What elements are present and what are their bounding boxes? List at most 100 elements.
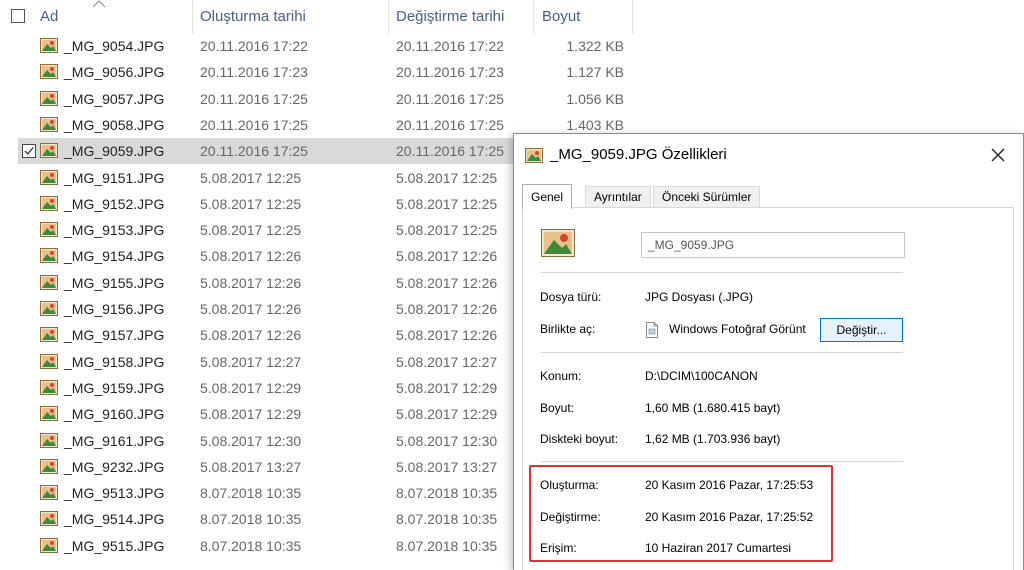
file-created-date: 5.08.2017 12:26	[200, 274, 302, 291]
file-name: _MG_9058.JPG	[64, 116, 165, 133]
dialog-tabs: Genel Ayrıntılar Önceki Sürümler	[522, 184, 1012, 209]
file-created-date: 20.11.2016 17:22	[200, 38, 308, 54]
disk-size-label: Diskteki boyut:	[540, 432, 619, 446]
divider	[541, 272, 903, 273]
file-modified-date: 5.08.2017 12:29	[396, 406, 498, 423]
file-name: _MG_9054.JPG	[64, 38, 165, 54]
jpg-file-icon	[40, 379, 58, 395]
file-modified-date: 20.11.2016 17:23	[396, 64, 504, 81]
file-created-date: 5.08.2017 12:27	[200, 353, 302, 370]
jpg-file-large-icon	[541, 229, 575, 257]
jpg-file-icon	[40, 537, 58, 553]
file-modified-date: 5.08.2017 12:26	[396, 274, 498, 291]
file-modified-date: 5.08.2017 12:25	[396, 222, 498, 239]
jpg-file-icon	[40, 432, 58, 448]
file-modified-date: 5.08.2017 12:30	[396, 432, 498, 449]
file-created-date: 5.08.2017 12:29	[200, 406, 302, 423]
column-divider[interactable]	[632, 0, 633, 34]
file-name: _MG_9159.JPG	[64, 379, 165, 396]
file-modified-date: 20.11.2016 17:25	[396, 143, 504, 160]
jpg-file-icon	[40, 248, 58, 264]
file-name: _MG_9515.JPG	[64, 537, 165, 554]
jpg-file-icon	[40, 353, 58, 369]
jpg-file-icon	[40, 38, 58, 53]
open-with-value: Windows Fotoğraf Görünt	[669, 322, 806, 336]
file-created-date: 5.08.2017 12:26	[200, 301, 302, 317]
dialog-title-bar[interactable]: _MG_9059.JPG Özellikleri	[514, 134, 1023, 178]
jpg-file-icon	[40, 90, 58, 106]
file-name: _MG_9161.JPG	[64, 432, 165, 449]
column-header-name[interactable]: Ad	[40, 0, 58, 34]
file-name: _MG_9153.JPG	[64, 222, 165, 239]
column-divider[interactable]	[192, 0, 193, 34]
file-created-date: 5.08.2017 12:25	[200, 222, 302, 239]
file-row[interactable]: _MG_9056.JPG 20.11.2016 17:23 20.11.2016 1…	[18, 59, 1024, 85]
dialog-title: _MG_9059.JPG Özellikleri	[550, 146, 727, 163]
jpg-file-icon	[40, 406, 58, 422]
tab-details[interactable]: Ayrıntılar	[585, 186, 651, 208]
file-name: _MG_9152.JPG	[64, 195, 165, 212]
change-button[interactable]: Değiştir...	[820, 318, 903, 342]
filename-field[interactable]: _MG_9059.JPG	[641, 232, 905, 258]
column-header-created[interactable]: Oluşturma tarihi	[200, 0, 306, 34]
file-modified-date: 20.11.2016 17:25	[396, 116, 504, 133]
jpg-file-icon	[40, 222, 58, 238]
file-size: 1.056 KB	[566, 90, 624, 107]
file-created-date: 5.08.2017 12:26	[200, 327, 302, 344]
file-created-date: 5.08.2017 12:25	[200, 195, 302, 212]
location-value: D:\DCIM\100CANON	[645, 369, 758, 383]
file-modified-date: 5.08.2017 12:25	[396, 195, 498, 212]
file-name: _MG_9160.JPG	[64, 406, 165, 423]
file-name: _MG_9158.JPG	[64, 353, 165, 370]
file-created-date: 20.11.2016 17:25	[200, 90, 308, 107]
jpg-file-icon	[40, 274, 58, 290]
file-name: _MG_9151.JPG	[64, 169, 165, 186]
file-created-date: 5.08.2017 12:29	[200, 379, 302, 396]
jpg-file-icon	[40, 116, 58, 132]
column-header-size[interactable]: Boyut	[542, 0, 580, 34]
file-modified-date: 5.08.2017 12:26	[396, 248, 498, 265]
divider	[541, 461, 903, 462]
location-label: Konum:	[540, 369, 582, 383]
file-name: _MG_9056.JPG	[64, 64, 165, 81]
size-label: Boyut:	[540, 401, 575, 415]
file-created-date: 20.11.2016 17:25	[200, 116, 308, 133]
file-modified-date: 5.08.2017 12:29	[396, 379, 498, 396]
file-row[interactable]: _MG_9054.JPG 20.11.2016 17:22 20.11.2016 1…	[18, 33, 1024, 59]
file-row[interactable]: _MG_9057.JPG 20.11.2016 17:25 20.11.2016 1…	[18, 86, 1024, 112]
disk-size-value: 1,62 MB (1.703.936 bayt)	[645, 432, 781, 446]
file-name: _MG_9057.JPG	[64, 90, 165, 107]
file-created-date: 8.07.2018 10:35	[200, 537, 302, 554]
jpg-file-icon	[40, 301, 58, 316]
jpg-file-icon	[40, 327, 58, 343]
jpg-file-icon	[40, 143, 58, 159]
file-modified-date: 5.08.2017 12:25	[396, 169, 498, 186]
size-value: 1,60 MB (1.680.415 bayt)	[645, 401, 781, 415]
file-name: _MG_9514.JPG	[64, 511, 165, 528]
file-modified-date: 5.08.2017 12:27	[396, 353, 498, 370]
file-name: _MG_9154.JPG	[64, 248, 165, 265]
file-name: _MG_9059.JPG	[64, 143, 165, 160]
file-name: _MG_9232.JPG	[64, 458, 165, 475]
jpg-file-icon	[40, 485, 58, 501]
tab-previous-versions[interactable]: Önceki Sürümler	[653, 186, 761, 208]
file-created-date: 5.08.2017 12:25	[200, 169, 302, 186]
file-modified-date: 5.08.2017 12:26	[396, 327, 498, 344]
file-created-date: 5.08.2017 13:27	[200, 458, 302, 475]
column-divider[interactable]	[388, 0, 389, 34]
column-header-modified[interactable]: Değiştirme tarihi	[396, 0, 504, 34]
file-name: _MG_9157.JPG	[64, 327, 165, 344]
close-icon[interactable]	[987, 144, 1009, 166]
tab-general[interactable]: Genel	[522, 184, 573, 209]
file-modified-date: 20.11.2016 17:25	[396, 90, 504, 107]
select-all-checkbox[interactable]	[11, 9, 25, 23]
jpg-file-icon	[40, 195, 58, 211]
column-divider[interactable]	[533, 0, 534, 34]
file-modified-date: 20.11.2016 17:22	[396, 38, 504, 54]
file-created-date: 5.08.2017 12:26	[200, 248, 302, 265]
photo-viewer-app-icon	[646, 322, 658, 338]
file-modified-date: 8.07.2018 10:35	[396, 485, 498, 502]
row-checkbox[interactable]	[22, 144, 36, 159]
column-header-bar: Ad Oluşturma tarihi Değiştirme tarihi Bo…	[0, 0, 1024, 34]
open-with-label: Birlikte aç:	[540, 322, 596, 336]
